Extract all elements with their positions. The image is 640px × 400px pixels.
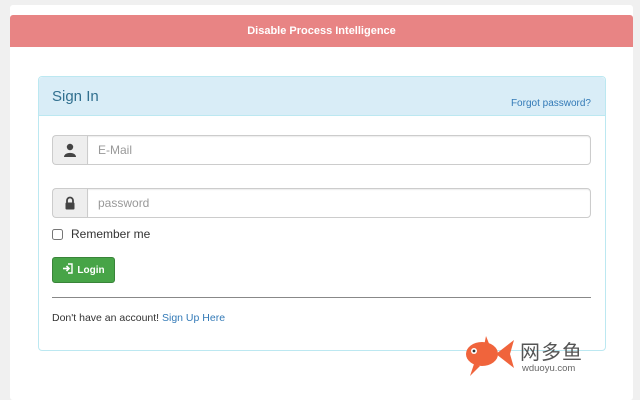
signup-row: Don't have an account! Sign Up Here xyxy=(52,312,225,324)
login-button[interactable]: Login xyxy=(52,257,115,283)
panel-title: Sign In xyxy=(52,88,99,105)
password-field[interactable] xyxy=(87,188,591,218)
banner-text: Disable Process Intelligence xyxy=(247,25,396,37)
panel-heading: Sign In Forgot password? xyxy=(39,77,605,116)
remember-me-label: Remember me xyxy=(71,227,151,241)
user-icon xyxy=(52,135,87,165)
top-banner: Disable Process Intelligence xyxy=(10,15,633,47)
sign-in-panel: Sign In Forgot password? R xyxy=(38,76,606,351)
divider xyxy=(52,297,591,298)
watermark: 网多鱼 wduoyu.com xyxy=(460,332,600,382)
remember-me-row[interactable]: Remember me xyxy=(52,227,150,241)
fish-logo-icon xyxy=(466,336,514,376)
password-input-group xyxy=(52,188,591,218)
forgot-password-link[interactable]: Forgot password? xyxy=(511,98,591,109)
sign-up-link[interactable]: Sign Up Here xyxy=(162,312,225,324)
remember-me-checkbox[interactable] xyxy=(52,228,63,240)
login-button-label: Login xyxy=(77,264,105,276)
sign-in-icon xyxy=(62,263,74,277)
watermark-url: wduoyu.com xyxy=(522,363,576,374)
watermark-name: 网多鱼 xyxy=(520,342,583,364)
email-input-group xyxy=(52,135,591,165)
lock-icon xyxy=(52,188,87,218)
signup-prompt: Don't have an account! xyxy=(52,312,160,324)
email-field[interactable] xyxy=(87,135,591,165)
